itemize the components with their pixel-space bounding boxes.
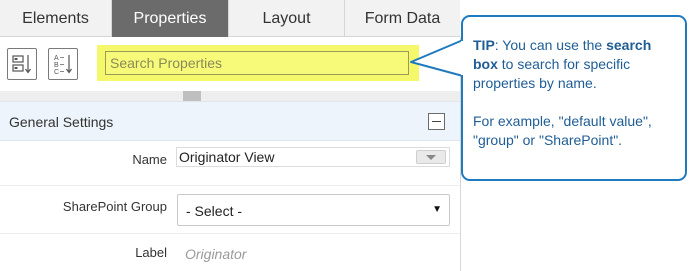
- tip-callout: TIP: You can use the search box to searc…: [461, 15, 687, 181]
- sharepoint-group-select[interactable]: - Select - ▼: [177, 194, 450, 226]
- name-field[interactable]: Originator View: [176, 147, 450, 167]
- tab-elements[interactable]: Elements: [0, 0, 112, 37]
- svg-text:C: C: [54, 69, 59, 76]
- sharepoint-group-value: - Select -: [186, 203, 243, 219]
- tip-text: TIP: You can use the search box to searc…: [473, 37, 652, 91]
- tip-example: For example, "default value", "group" or…: [473, 113, 652, 148]
- label-input[interactable]: Originator: [185, 246, 246, 262]
- tip-lead: TIP: [473, 37, 495, 53]
- search-properties-input[interactable]: [105, 51, 409, 75]
- svg-text:B: B: [54, 62, 59, 69]
- properties-panel: Elements Properties Layout Form Data A B…: [0, 0, 460, 271]
- search-highlight: [97, 45, 419, 81]
- property-row-name: Name Originator View: [0, 141, 460, 186]
- panel-tabs: Elements Properties Layout Form Data: [0, 0, 460, 37]
- property-row-sharepoint-group: SharePoint Group - Select - ▼: [0, 186, 460, 234]
- name-label: Name: [132, 152, 167, 167]
- dropdown-arrow-icon: ▼: [432, 204, 442, 215]
- tab-layout[interactable]: Layout: [229, 0, 345, 37]
- chevron-down-icon[interactable]: [416, 150, 446, 164]
- section-title: General Settings: [9, 114, 114, 130]
- property-row-label: Label Originator: [0, 234, 460, 271]
- panel-splitter[interactable]: [0, 91, 460, 101]
- tab-properties[interactable]: Properties: [112, 0, 229, 37]
- general-settings-header[interactable]: General Settings: [0, 101, 460, 141]
- name-value: Originator View: [179, 149, 275, 165]
- categorized-view-button[interactable]: [7, 48, 37, 80]
- tab-form-data[interactable]: Form Data: [345, 0, 460, 37]
- svg-text:A: A: [54, 55, 59, 62]
- categorized-view-icon: [12, 55, 31, 74]
- alphabetical-sort-icon: A B C: [54, 55, 72, 76]
- label-label: Label: [135, 245, 167, 260]
- properties-toolbar: A B C: [0, 37, 460, 91]
- splitter-handle[interactable]: [183, 91, 201, 101]
- alphabetical-sort-button[interactable]: A B C: [48, 48, 78, 80]
- sharepoint-group-label: SharePoint Group: [62, 199, 167, 214]
- collapse-minus-icon[interactable]: [428, 113, 445, 130]
